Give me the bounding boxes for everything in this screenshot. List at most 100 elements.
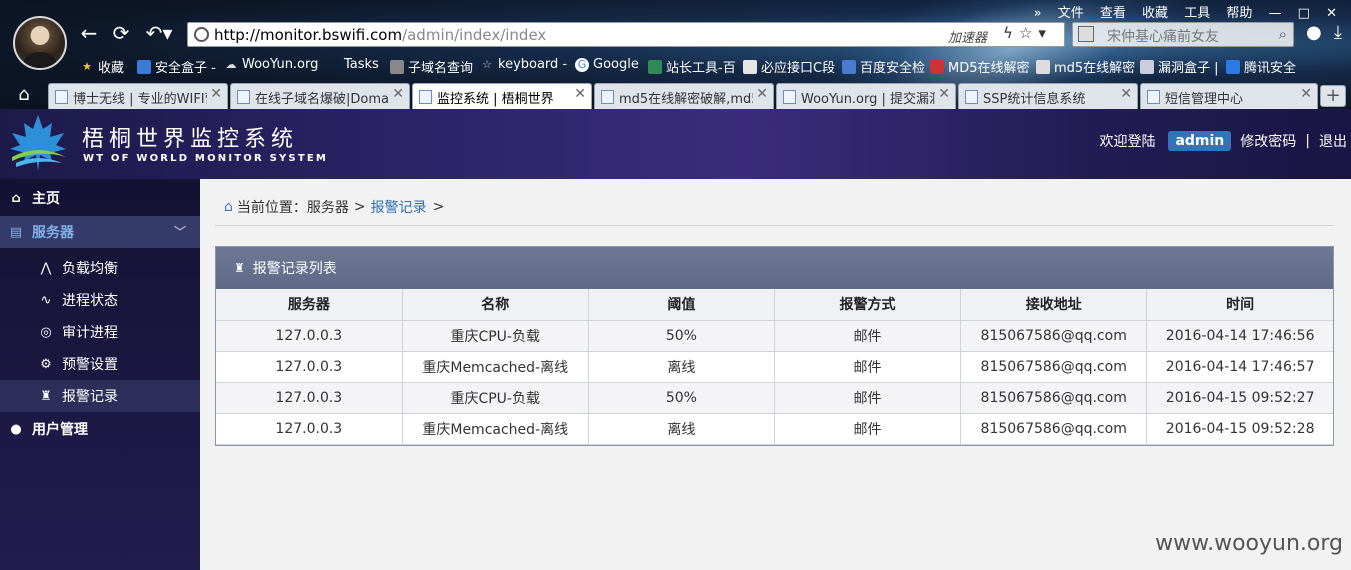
alert-records-panel: ♜ 报警记录列表 服务器 名称 阈值 报警方式 接收地址 时间 127.0.0.…: [215, 246, 1334, 446]
cell-threshold: 离线: [588, 413, 775, 445]
tab-favicon: [419, 90, 432, 104]
tab-close-icon[interactable]: ✕: [574, 86, 586, 102]
search-input[interactable]: 宋仲基心痛前女友: [1107, 26, 1219, 46]
maple-leaf-logo-icon: [10, 115, 66, 171]
column-header: 服务器: [216, 289, 403, 321]
menu-view[interactable]: 查看: [1100, 6, 1126, 21]
minimize-button[interactable]: —: [1269, 6, 1282, 21]
cell-time: 2016-04-14 17:46:57: [1146, 351, 1333, 383]
table-row: 127.0.0.3 重庆CPU-负载 50% 邮件 815067586@qq.c…: [216, 320, 1333, 352]
sidebar-item-user-management[interactable]: ● 用户管理: [0, 413, 200, 445]
tab-close-icon[interactable]: ✕: [756, 86, 768, 102]
breadcrumb-servers[interactable]: 服务器: [307, 197, 349, 217]
table-row: 127.0.0.3 重庆Memcached-离线 离线 邮件 815067586…: [216, 413, 1333, 445]
dropdown-icon: ▾: [1038, 24, 1052, 42]
bookmark-item[interactable]: 必应接口C段: [743, 57, 835, 76]
browser-tab-active[interactable]: 监控系统 | 梧桐世界 ✕: [412, 83, 592, 109]
bookmark-item[interactable]: Tasks: [344, 57, 379, 72]
bookmark-item[interactable]: ☁ WooYun.org: [224, 57, 319, 72]
tab-close-icon[interactable]: ✕: [210, 86, 222, 102]
cell-server: 127.0.0.3: [216, 413, 403, 445]
bookmark-item[interactable]: 腾讯安全: [1226, 57, 1296, 76]
app-title: 梧桐世界监控系统: [82, 127, 299, 152]
tab-strip: ⌂ 博士无线 | 专业的WIFI营 ✕ 在线子域名爆破|Domain ✕ 监控系统 …: [0, 81, 1351, 109]
undo-icon[interactable]: ↶▾: [142, 22, 176, 44]
cell-address: 815067586@qq.com: [960, 320, 1148, 352]
cell-method: 邮件: [774, 413, 962, 445]
browser-tab[interactable]: SSP统计信息系统 ✕: [958, 83, 1138, 109]
url-text[interactable]: http://monitor.bswifi.com/admin/index/in…: [214, 25, 546, 45]
tab-favicon: [601, 90, 614, 104]
tab-close-icon[interactable]: ✕: [392, 86, 404, 102]
menu-help[interactable]: 帮助: [1226, 6, 1252, 21]
sidebar-item-audit-process[interactable]: ◎ 审计进程: [0, 316, 200, 348]
refresh-icon[interactable]: ⟳: [110, 22, 132, 44]
bookmark-item[interactable]: 安全盒子 -: [137, 57, 216, 76]
tab-close-icon[interactable]: ✕: [1120, 86, 1132, 102]
menu-more[interactable]: »: [1034, 6, 1042, 21]
logout-link[interactable]: 退出: [1319, 131, 1347, 151]
change-password-link[interactable]: 修改密码: [1240, 131, 1296, 151]
chat-icon[interactable]: ●: [1306, 22, 1322, 43]
browser-tab[interactable]: md5在线解密破解,md5 ✕: [594, 83, 774, 109]
sidebar-item-alert-settings[interactable]: ⚙ 预警设置: [0, 348, 200, 380]
bookmark-item[interactable]: ★ 收藏: [80, 57, 124, 77]
back-icon[interactable]: ←: [78, 22, 100, 44]
cell-threshold: 50%: [588, 382, 775, 414]
browser-tab[interactable]: WooYun.org | 提交漏洞 ✕: [776, 83, 956, 109]
menu-tools[interactable]: 工具: [1184, 6, 1210, 21]
tab-favicon: [1147, 90, 1160, 104]
cell-server: 127.0.0.3: [216, 320, 403, 352]
bookmark-item[interactable]: 漏洞盒子 |: [1140, 57, 1219, 76]
panel-title: 报警记录列表: [252, 261, 337, 277]
browser-tab[interactable]: 短信管理中心 ✕: [1140, 83, 1318, 109]
maximize-button[interactable]: □: [1298, 6, 1310, 21]
breadcrumb-alert-records[interactable]: 报警记录: [371, 197, 427, 217]
cell-name: 重庆CPU-负载: [402, 382, 589, 414]
bookmark-item[interactable]: 百度安全检: [842, 57, 925, 76]
bookmark-item[interactable]: ☆ keyboard -: [480, 57, 567, 72]
browser-tab[interactable]: 博士无线 | 专业的WIFI营 ✕: [48, 83, 228, 109]
bookmark-item[interactable]: 站长工具-百: [648, 57, 736, 76]
home-icon[interactable]: ⌂: [224, 199, 233, 215]
bookmark-item[interactable]: MD5在线解密: [930, 57, 1030, 76]
sidebar-item-home[interactable]: ⌂ 主页: [0, 182, 200, 214]
sidebar-item-servers[interactable]: ▤ 服务器 ﹀: [0, 216, 200, 248]
home-tab-icon[interactable]: ⌂: [5, 84, 43, 109]
cell-name: 重庆Memcached-离线: [402, 413, 589, 445]
bookmark-item[interactable]: 子域名查询: [390, 57, 473, 76]
tab-favicon: [55, 90, 68, 104]
address-bar[interactable]: http://monitor.bswifi.com/admin/index/in…: [187, 22, 1065, 47]
search-engine-icon[interactable]: [1078, 26, 1094, 42]
site-info-icon[interactable]: [194, 27, 209, 42]
tab-close-icon[interactable]: ✕: [938, 86, 950, 102]
cell-time: 2016-04-15 09:52:28: [1146, 413, 1333, 445]
username-badge[interactable]: admin: [1168, 131, 1232, 151]
alert-records-table: 服务器 名称 阈值 报警方式 接收地址 时间 127.0.0.3 重庆CPU-负…: [216, 289, 1333, 445]
bookmark-item[interactable]: G Google: [575, 57, 639, 72]
accelerator-label[interactable]: 加速器: [948, 27, 987, 46]
column-header: 阈值: [588, 289, 775, 321]
table-row: 127.0.0.3 重庆CPU-负载 50% 邮件 815067586@qq.c…: [216, 382, 1333, 414]
table-header-row: 服务器 名称 阈值 报警方式 接收地址 时间: [216, 289, 1333, 321]
menu-file[interactable]: 文件: [1058, 6, 1084, 21]
sidebar-item-load-balance[interactable]: ⋀ 负载均衡: [0, 252, 200, 284]
cell-method: 邮件: [774, 382, 962, 414]
bookmark-item[interactable]: md5在线解密: [1036, 57, 1135, 76]
search-box[interactable]: 宋仲基心痛前女友 ⌕: [1072, 22, 1294, 47]
breadcrumb-prefix: 当前位置：: [236, 200, 307, 216]
search-icon[interactable]: ⌕: [1279, 25, 1287, 43]
menu-favorites[interactable]: 收藏: [1142, 6, 1168, 21]
browser-tab[interactable]: 在线子域名爆破|Domain ✕: [230, 83, 410, 109]
address-bar-icons[interactable]: ϟ☆▾: [1003, 24, 1052, 42]
cell-threshold: 离线: [588, 351, 775, 383]
close-window-button[interactable]: ✕: [1326, 6, 1337, 21]
sidebar-item-process-status[interactable]: ∿ 进程状态: [0, 284, 200, 316]
browser-chrome: ← ⟳ ↶▾ http://monitor.bswifi.com/admin/i…: [0, 0, 1351, 109]
download-icon[interactable]: ⤓: [1334, 22, 1342, 43]
home-icon: ⌂: [11, 190, 21, 206]
new-tab-button[interactable]: +: [1320, 85, 1346, 107]
sidebar-item-alert-records[interactable]: ♜ 报警记录: [0, 380, 200, 412]
tab-close-icon[interactable]: ✕: [1300, 86, 1312, 102]
cell-address: 815067586@qq.com: [960, 382, 1148, 414]
